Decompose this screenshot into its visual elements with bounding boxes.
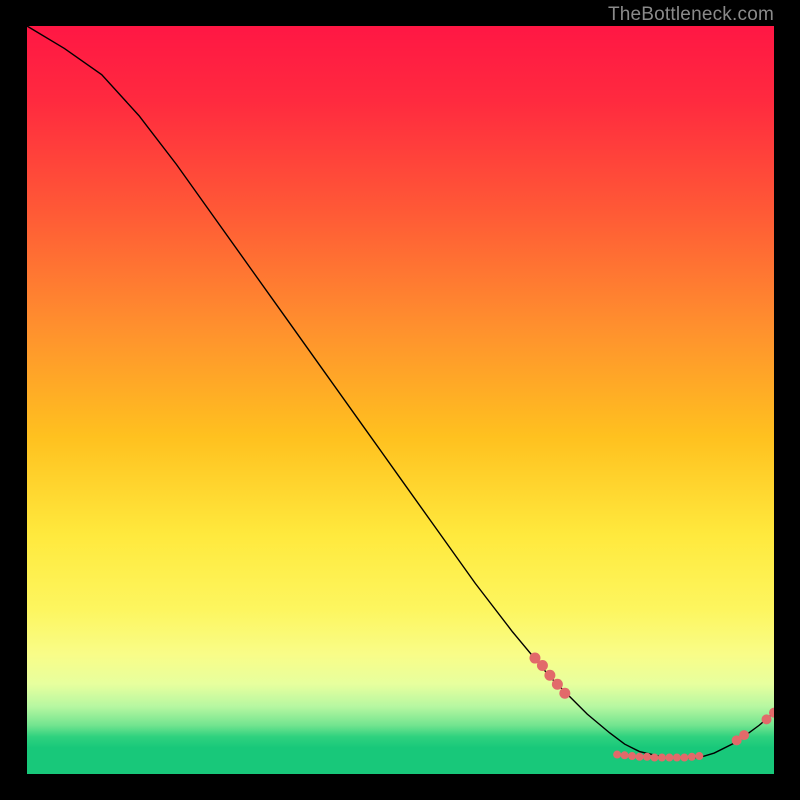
data-marker	[658, 754, 666, 762]
data-marker	[628, 752, 636, 760]
data-marker	[739, 730, 749, 740]
data-marker	[688, 753, 696, 761]
data-marker	[762, 714, 772, 724]
data-marker	[643, 753, 651, 761]
data-marker	[665, 754, 673, 762]
watermark-text: TheBottleneck.com	[608, 4, 774, 26]
plot-area	[27, 26, 774, 774]
bottleneck-curve	[27, 26, 774, 758]
chart-svg	[27, 26, 774, 774]
data-marker	[621, 751, 629, 759]
data-marker	[695, 752, 703, 760]
data-marker	[636, 753, 644, 761]
data-marker	[650, 754, 658, 762]
marker-group	[529, 653, 774, 762]
data-marker	[613, 751, 621, 759]
data-marker	[673, 754, 681, 762]
chart-stage: TheBottleneck.com	[0, 0, 800, 800]
data-marker	[552, 679, 563, 690]
data-marker	[559, 688, 570, 699]
data-marker	[544, 670, 555, 681]
data-marker	[537, 660, 548, 671]
data-marker	[680, 754, 688, 762]
